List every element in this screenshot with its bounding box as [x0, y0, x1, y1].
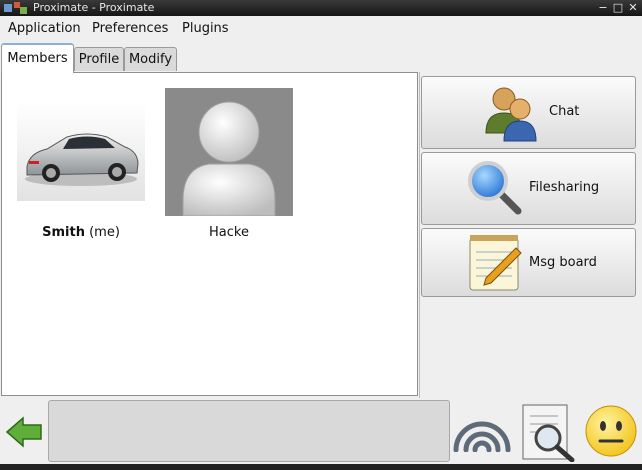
minimize-icon[interactable]: − — [596, 1, 610, 15]
wireless-signal-icon[interactable] — [451, 410, 513, 452]
chat-button[interactable]: Chat — [421, 76, 636, 149]
filesharing-label: Filesharing — [529, 180, 600, 195]
default-avatar-icon — [165, 88, 293, 217]
tab-modify[interactable]: Modify — [124, 47, 177, 71]
app-icon — [4, 2, 27, 14]
tab-profile[interactable]: Profile — [74, 47, 124, 71]
member-hacke[interactable]: Hacke — [165, 88, 293, 240]
chat-label: Chat — [549, 104, 580, 119]
notepad-pencil-icon — [469, 235, 522, 291]
bottom-bar — [0, 398, 642, 470]
menu-plugins[interactable]: Plugins — [182, 21, 229, 36]
member-name: Hacke — [209, 225, 249, 240]
message-input[interactable] — [48, 400, 450, 462]
filesharing-button[interactable]: Filesharing — [421, 152, 636, 225]
msg-board-label: Msg board — [529, 255, 597, 270]
magnifier-icon — [468, 161, 522, 215]
member-name: Smith — [42, 225, 85, 240]
bottom-edge — [0, 464, 642, 470]
menu-preferences[interactable]: Preferences — [92, 21, 168, 36]
member-smith[interactable]: Smith (me) — [17, 103, 145, 240]
people-icon — [485, 87, 537, 142]
member-label: Hacke — [149, 225, 309, 240]
menu-application[interactable]: Application — [8, 21, 81, 36]
window-title: Proximate - Proximate — [33, 1, 155, 14]
back-arrow-icon[interactable] — [5, 416, 43, 448]
member-avatar-car — [17, 103, 145, 201]
members-panel: Smith (me) Hacke — [1, 72, 418, 396]
member-label: Smith (me) — [1, 225, 161, 240]
smiley-status-icon[interactable] — [584, 404, 638, 458]
menu-bar: Application Preferences Plugins — [0, 16, 642, 42]
tab-members[interactable]: Members — [1, 43, 74, 73]
document-search-icon[interactable] — [520, 402, 578, 462]
window-titlebar: Proximate - Proximate − □ ✕ — [0, 0, 642, 16]
member-self-tag: (me) — [84, 225, 120, 240]
close-icon[interactable]: ✕ — [626, 1, 640, 15]
maximize-icon[interactable]: □ — [611, 1, 625, 15]
msg-board-button[interactable]: Msg board — [421, 228, 636, 297]
